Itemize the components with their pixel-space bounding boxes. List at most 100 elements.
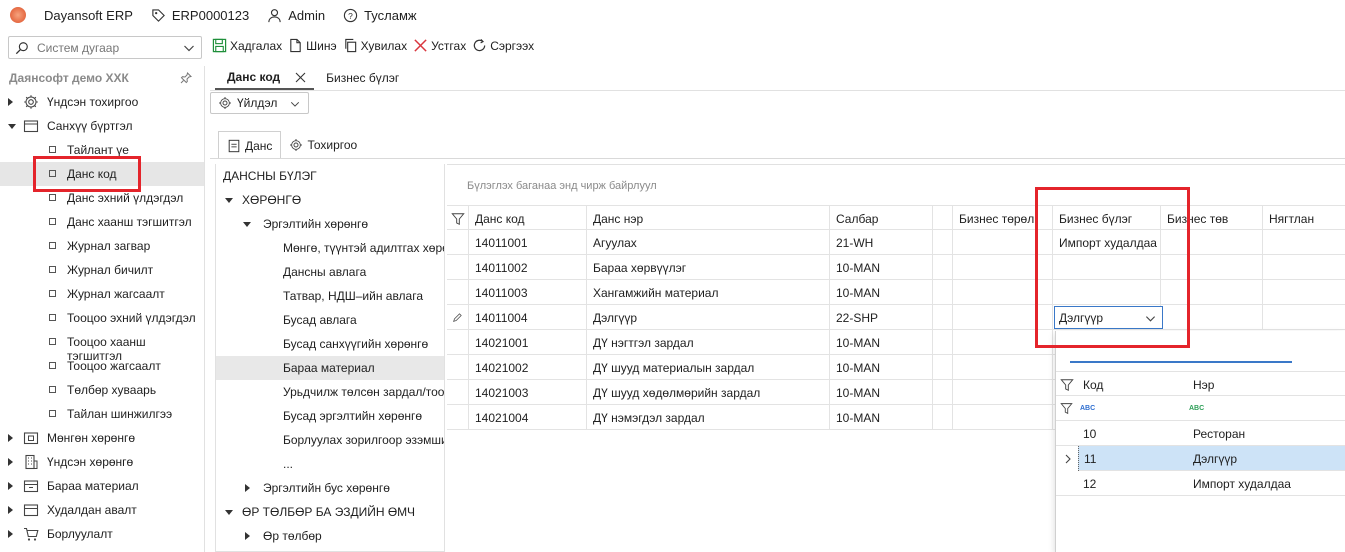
list-item[interactable]: 12 Импорт худалдаа (1056, 471, 1345, 496)
cell-account-code[interactable]: 14011003 (469, 280, 587, 305)
lookup-cell-name[interactable]: Дэлгүүр (1193, 446, 1343, 471)
tab-business-group[interactable]: Бизнес бүлэг (314, 66, 411, 90)
lookup-search-input[interactable] (1070, 343, 1292, 361)
collapse-arrow-icon[interactable] (225, 198, 233, 203)
table-row-editing[interactable]: 14011004 Дэлгүүр 22-SHP (447, 305, 1345, 330)
cell-account-name[interactable]: Хангамжийн материал (587, 280, 830, 305)
user-menu[interactable]: Admin (267, 8, 325, 23)
cell-branch[interactable]: 10-MAN (830, 330, 933, 355)
tree-row[interactable]: Урьдчилж төлсөн зардал/тооцоо (216, 380, 444, 404)
lookup-search[interactable] (1070, 343, 1292, 363)
lookup-column-name[interactable]: Нэр (1193, 372, 1343, 397)
collapse-arrow-icon[interactable] (8, 124, 16, 129)
collapse-arrow-icon[interactable] (225, 510, 233, 515)
cell-branch[interactable]: 10-MAN (830, 380, 933, 405)
expand-arrow-icon[interactable] (8, 482, 13, 490)
tree-row[interactable]: Бусад авлага (216, 308, 444, 332)
sidebar-subitem-journal-template[interactable]: Журнал загвар (0, 234, 204, 258)
cell-branch[interactable]: 10-MAN (830, 255, 933, 280)
cell-account-code[interactable]: 14011002 (469, 255, 587, 280)
cell-business-center[interactable] (1161, 280, 1263, 305)
business-group-editor[interactable]: Дэлгүүр (1054, 306, 1163, 329)
column-header-business-center[interactable]: Бизнес төв (1161, 206, 1263, 231)
column-header-blank[interactable] (933, 206, 953, 231)
abc-filter-icon[interactable]: ABC (1189, 396, 1219, 421)
cell-business-type[interactable] (953, 255, 1053, 280)
chevron-down-icon[interactable] (1145, 313, 1156, 324)
sidebar-subitem-account-rate-adjust[interactable]: Данс хаанш тэгшитгэл (0, 210, 204, 234)
cell-business-center[interactable] (1161, 255, 1263, 280)
new-button[interactable]: Шинэ (288, 38, 337, 53)
tree-row[interactable]: ӨР ТӨЛБӨР БА ЭЗДИЙН ӨМЧ (216, 500, 444, 524)
sidebar-item-general-settings[interactable]: Үндсэн тохиргоо (0, 90, 204, 114)
cell-business-type[interactable] (953, 330, 1053, 355)
sidebar-subitem-report-analysis[interactable]: Тайлан шинжилгээ (0, 402, 204, 426)
cell-business-group[interactable]: Импорт худалдаа (1053, 230, 1161, 255)
lookup-filter-cell[interactable] (1060, 396, 1082, 421)
sidebar-subitem-journal-list[interactable]: Журнал жагсаалт (0, 282, 204, 306)
lookup-cell-code[interactable]: 12 (1083, 471, 1193, 496)
column-header-accountant[interactable]: Нягтлан (1263, 206, 1345, 231)
cell-accountant[interactable] (1263, 230, 1345, 255)
cell-account-name[interactable]: ДҮ шууд хөдөлмөрийн зардал (587, 380, 830, 405)
system-number-search[interactable] (8, 36, 202, 59)
sidebar-item-purchasing[interactable]: Худалдан авалт (0, 498, 204, 522)
cell-business-type[interactable] (953, 355, 1053, 380)
sidebar-item-sales[interactable]: Борлуулалт (0, 522, 204, 546)
cell-blank[interactable] (933, 230, 953, 255)
filter-cell[interactable] (447, 206, 469, 231)
pin-icon[interactable] (180, 72, 192, 84)
tree-row[interactable]: Татвар, НДШ–ийн авлага (216, 284, 444, 308)
tree-row[interactable]: Эргэлтийн бус хөрөнгө (216, 476, 444, 500)
cell-account-name[interactable]: ДҮ нэмэгдэл зардал (587, 405, 830, 430)
cell-blank[interactable] (933, 255, 953, 280)
cell-branch[interactable]: 10-MAN (830, 405, 933, 430)
sidebar-subitem-account-opening[interactable]: Данс эхний үлдэгдэл (0, 186, 204, 210)
save-button[interactable]: Хадгалах (212, 38, 282, 53)
cell-business-type[interactable] (953, 230, 1053, 255)
cell-business-group[interactable] (1053, 280, 1161, 305)
cell-blank[interactable] (933, 405, 953, 430)
expand-arrow-icon[interactable] (8, 506, 13, 514)
cell-account-name[interactable]: Дэлгүүр (587, 305, 830, 330)
list-item[interactable]: 10 Ресторан (1056, 421, 1345, 446)
cell-business-type[interactable] (953, 305, 1053, 330)
expand-arrow-icon[interactable] (8, 98, 13, 106)
column-header-branch[interactable]: Салбар (830, 206, 933, 231)
help-link[interactable]: ? Тусламж (343, 8, 417, 23)
sidebar-subitem-period[interactable]: Тайлант үе (0, 138, 204, 162)
cell-account-name[interactable]: ДҮ нэгтгэл зардал (587, 330, 830, 355)
tree-row[interactable]: Дансны авлага (216, 260, 444, 284)
sidebar-subitem-payment-schedule[interactable]: Төлбөр хуваарь (0, 378, 204, 402)
lookup-cell-name[interactable]: Ресторан (1193, 421, 1343, 446)
table-row[interactable]: 14011003 Хангамжийн материал 10-MAN (447, 280, 1345, 305)
cell-business-center[interactable] (1161, 230, 1263, 255)
list-item-selected[interactable]: 11 Дэлгүүр (1056, 446, 1345, 471)
cell-account-name[interactable]: ДҮ шууд материалын зардал (587, 355, 830, 380)
tab-account-code[interactable]: Данс код (215, 66, 315, 90)
sidebar-subitem-settlement-opening[interactable]: Тооцоо эхний үлдэгдэл (0, 306, 204, 330)
sidebar-item-finance[interactable]: Санхүү бүртгэл (0, 114, 204, 138)
lookup-cell-code[interactable]: 10 (1083, 421, 1193, 446)
filter-icon[interactable] (451, 212, 465, 226)
tree-row[interactable]: ХӨРӨНГӨ (216, 188, 444, 212)
tab-settings[interactable]: Тохиргоо (281, 131, 365, 159)
cell-accountant[interactable] (1263, 305, 1345, 330)
cell-blank[interactable] (933, 355, 953, 380)
copy-button[interactable]: Хувилах (343, 38, 407, 53)
lookup-cell-name[interactable]: Импорт худалдаа (1193, 471, 1343, 496)
cell-account-code[interactable]: 14021004 (469, 405, 587, 430)
filter-icon[interactable] (1060, 402, 1073, 415)
chevron-down-icon[interactable] (183, 42, 195, 54)
cell-business-center[interactable] (1161, 305, 1263, 330)
cell-account-code[interactable]: 14011004 (469, 305, 587, 330)
cell-branch[interactable]: 22-SHP (830, 305, 933, 330)
sidebar-item-inventory[interactable]: Бараа материал (0, 474, 204, 498)
lookup-column-code[interactable]: Код (1083, 372, 1193, 397)
cell-blank[interactable] (933, 305, 953, 330)
cell-business-group[interactable] (1053, 255, 1161, 280)
tree-row-selected[interactable]: Бараа материал (216, 356, 444, 380)
column-header-business-group[interactable]: Бизнес бүлэг (1053, 206, 1161, 231)
cell-account-name[interactable]: Агуулах (587, 230, 830, 255)
tree-row[interactable]: Бусад санхүүгийн хөрөнгө (216, 332, 444, 356)
